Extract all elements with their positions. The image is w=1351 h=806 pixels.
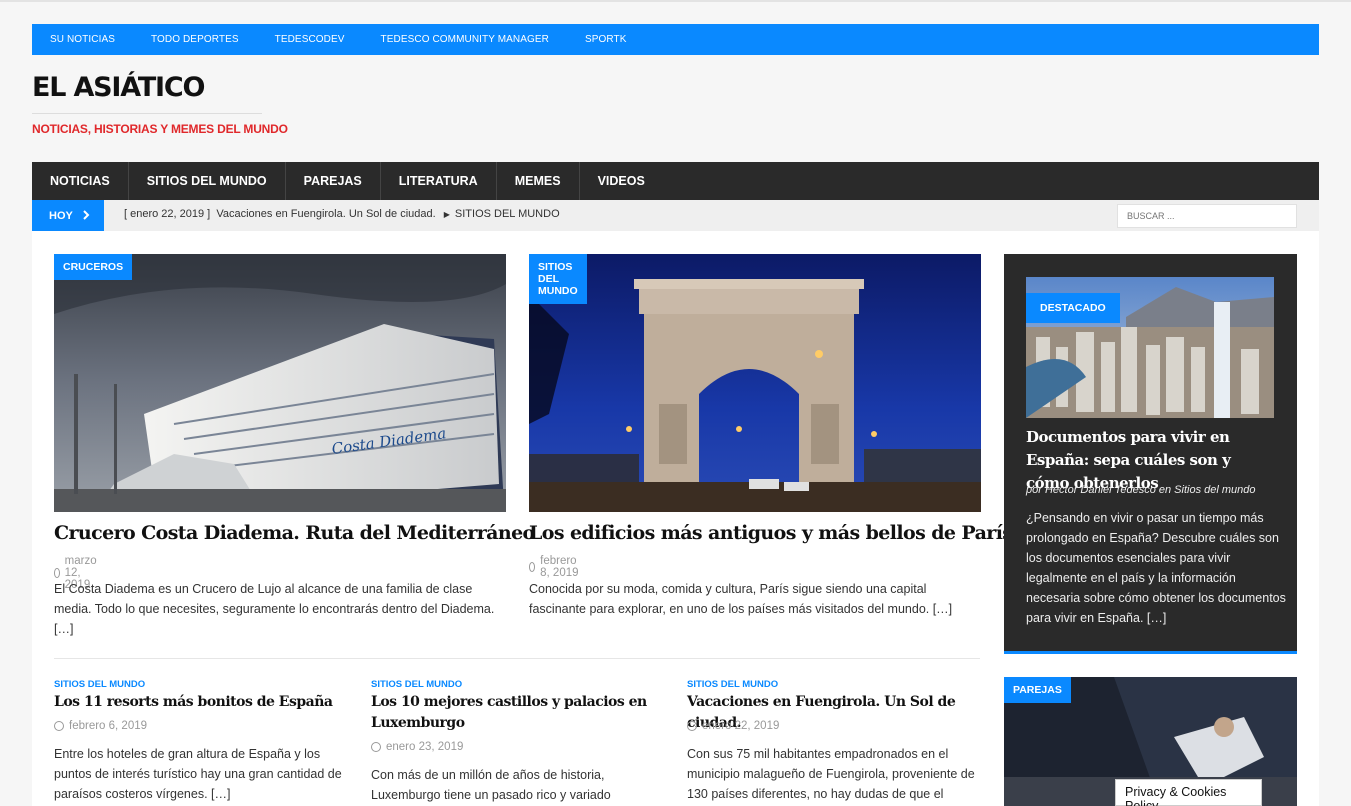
post-excerpt: El Costa Diadema es un Crucero de Lujo a…	[54, 582, 495, 636]
post-date-text: enero 22, 2019	[702, 720, 780, 732]
nav-noticias[interactable]: NOTICIAS	[32, 162, 129, 200]
post-date-text: febrero 6, 2019	[69, 720, 148, 732]
clock-icon	[54, 568, 60, 578]
clock-icon	[687, 721, 697, 731]
post-category[interactable]: SITIOS DEL MUNDO	[687, 679, 778, 690]
ticker-category[interactable]: SITIOS DEL MUNDO	[455, 208, 560, 220]
post-title[interactable]: Los 10 mejores castillos y palacios en L…	[371, 692, 661, 734]
sidebar-byline: por Hector Daniel Tedesco en Sitios del …	[1026, 484, 1256, 496]
post-image-arc-de-triomphe[interactable]	[529, 254, 981, 512]
nav-literatura[interactable]: LITERATURA	[381, 162, 497, 200]
main-nav: NOTICIAS SITIOS DEL MUNDO PAREJAS LITERA…	[32, 162, 1319, 200]
post-excerpt: Entre los hoteles de gran altura de Espa…	[54, 747, 342, 801]
browser-edge	[0, 0, 1351, 2]
nav-videos[interactable]: VIDEOS	[580, 162, 663, 200]
triangle-right-icon: ▶	[443, 210, 450, 219]
ticker-headline[interactable]: Vacaciones en Fuengirola. Un Sol de ciud…	[216, 208, 435, 220]
post-title[interactable]: Crucero Costa Diadema. Ruta del Mediterr…	[54, 522, 535, 544]
post-title[interactable]: Los edificios más antiguos y más bellos …	[529, 522, 1013, 544]
ticker-item[interactable]: [ enero 22, 2019 ] Vacaciones en Fuengir…	[124, 208, 560, 220]
chevron-right-icon	[83, 209, 90, 223]
top-link-community-manager[interactable]: TEDESCO COMMUNITY MANAGER	[363, 34, 567, 45]
post-date: febrero 8, 2019	[529, 555, 580, 579]
top-bar: SU NOTICIAS TODO DEPORTES TEDESCODEV TED…	[32, 24, 1319, 55]
search-input[interactable]	[1117, 204, 1297, 228]
post-date: enero 22, 2019	[687, 720, 779, 732]
top-link-todo-deportes[interactable]: TODO DEPORTES	[133, 34, 257, 45]
post-image-cruise-ship[interactable]: Costa Diadema	[54, 254, 506, 512]
title-separator	[32, 113, 262, 114]
category-badge[interactable]: SITIOS DEL MUNDO	[529, 254, 587, 304]
clock-icon	[371, 742, 381, 752]
post-excerpt: Con sus 75 mil habitantes empadronados e…	[687, 747, 975, 801]
clock-icon	[529, 562, 536, 572]
top-link-su-noticias[interactable]: SU NOTICIAS	[32, 34, 133, 45]
site-title[interactable]: EL ASIÁTICO	[32, 72, 205, 103]
privacy-cookies-button[interactable]: Privacy & Cookies Policy	[1115, 779, 1262, 806]
nav-memes[interactable]: MEMES	[497, 162, 580, 200]
sidebar-excerpt: ¿Pensando en vivir o pasar un tiempo más…	[1026, 511, 1286, 625]
sidebar-featured: DESTACADO Documentos para vivir en Españ…	[1004, 254, 1297, 654]
post-category[interactable]: SITIOS DEL MUNDO	[371, 679, 462, 690]
ticker-date: [ enero 22, 2019 ]	[124, 208, 211, 220]
post-title[interactable]: Los 11 resorts más bonitos de España	[54, 692, 354, 713]
featured-badge[interactable]: DESTACADO	[1026, 293, 1120, 323]
news-ticker: HOY [ enero 22, 2019 ] Vacaciones en Fue…	[32, 200, 1319, 231]
top-link-sportk[interactable]: SPORTK	[567, 34, 645, 45]
category-badge[interactable]: CRUCEROS	[54, 254, 133, 280]
category-badge[interactable]: PAREJAS	[1004, 677, 1071, 703]
post-date: enero 23, 2019	[371, 741, 463, 753]
post-excerpt: Conocida por su moda, comida y cultura, …	[529, 582, 953, 616]
ticker-label-text: HOY	[49, 209, 73, 222]
top-link-tedescodev[interactable]: TEDESCODEV	[257, 34, 363, 45]
section-divider	[54, 658, 980, 659]
post-date-text: febrero 8, 2019	[540, 555, 579, 579]
nav-parejas[interactable]: PAREJAS	[286, 162, 381, 200]
clock-icon	[54, 721, 64, 731]
ticker-label: HOY	[32, 200, 104, 231]
post-excerpt: Con más de un millón de años de historia…	[371, 768, 611, 802]
post-category[interactable]: SITIOS DEL MUNDO	[54, 679, 145, 690]
site-tagline: NOTICIAS, HISTORIAS Y MEMES DEL MUNDO	[32, 122, 288, 136]
post-date-text: enero 23, 2019	[386, 741, 464, 753]
post-date: febrero 6, 2019	[54, 720, 147, 732]
nav-sitios-del-mundo[interactable]: SITIOS DEL MUNDO	[129, 162, 286, 200]
